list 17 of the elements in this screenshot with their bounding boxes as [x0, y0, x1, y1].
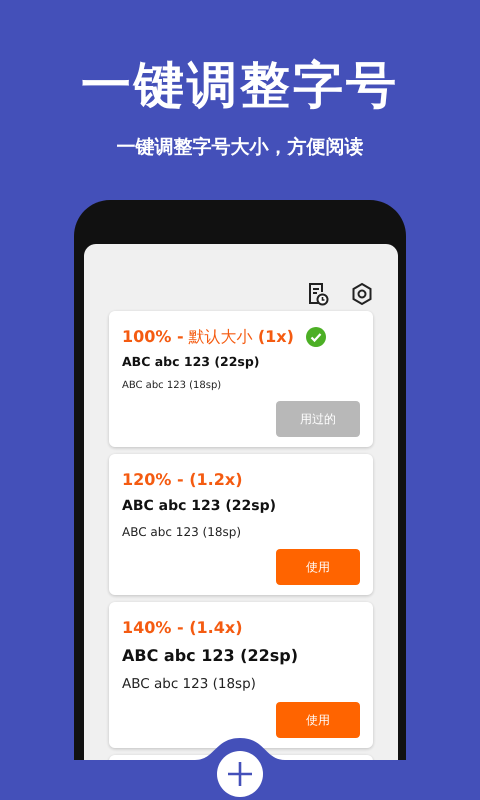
- use-button[interactable]: 使用: [276, 702, 360, 738]
- history-icon[interactable]: [307, 282, 329, 306]
- sample-text: ABC abc 123 (22sp): [122, 496, 278, 516]
- sample-text: ABC abc 123 (18sp): [122, 674, 257, 694]
- subtitle: 一键调整字号大小，方便阅读: [116, 135, 364, 160]
- headline: 一键调整字号: [80, 58, 400, 113]
- sample-text: ABC abc 123 (22sp): [122, 644, 300, 667]
- option-title: 140% - (1.4x): [122, 616, 242, 639]
- option-title: 100% - 默认大小 (1x): [122, 326, 294, 348]
- plus-icon: [227, 761, 253, 787]
- settings-icon[interactable]: [351, 282, 373, 306]
- used-button[interactable]: 用过的: [276, 400, 360, 437]
- option-title: 120% - (1.2x): [122, 468, 242, 491]
- use-button[interactable]: 使用: [276, 548, 360, 585]
- sample-text: ABC abc 123 (18sp): [122, 524, 242, 541]
- sample-text: ABC abc 123 (22sp): [122, 353, 261, 371]
- sample-text: ABC abc 123 (18sp): [122, 378, 222, 393]
